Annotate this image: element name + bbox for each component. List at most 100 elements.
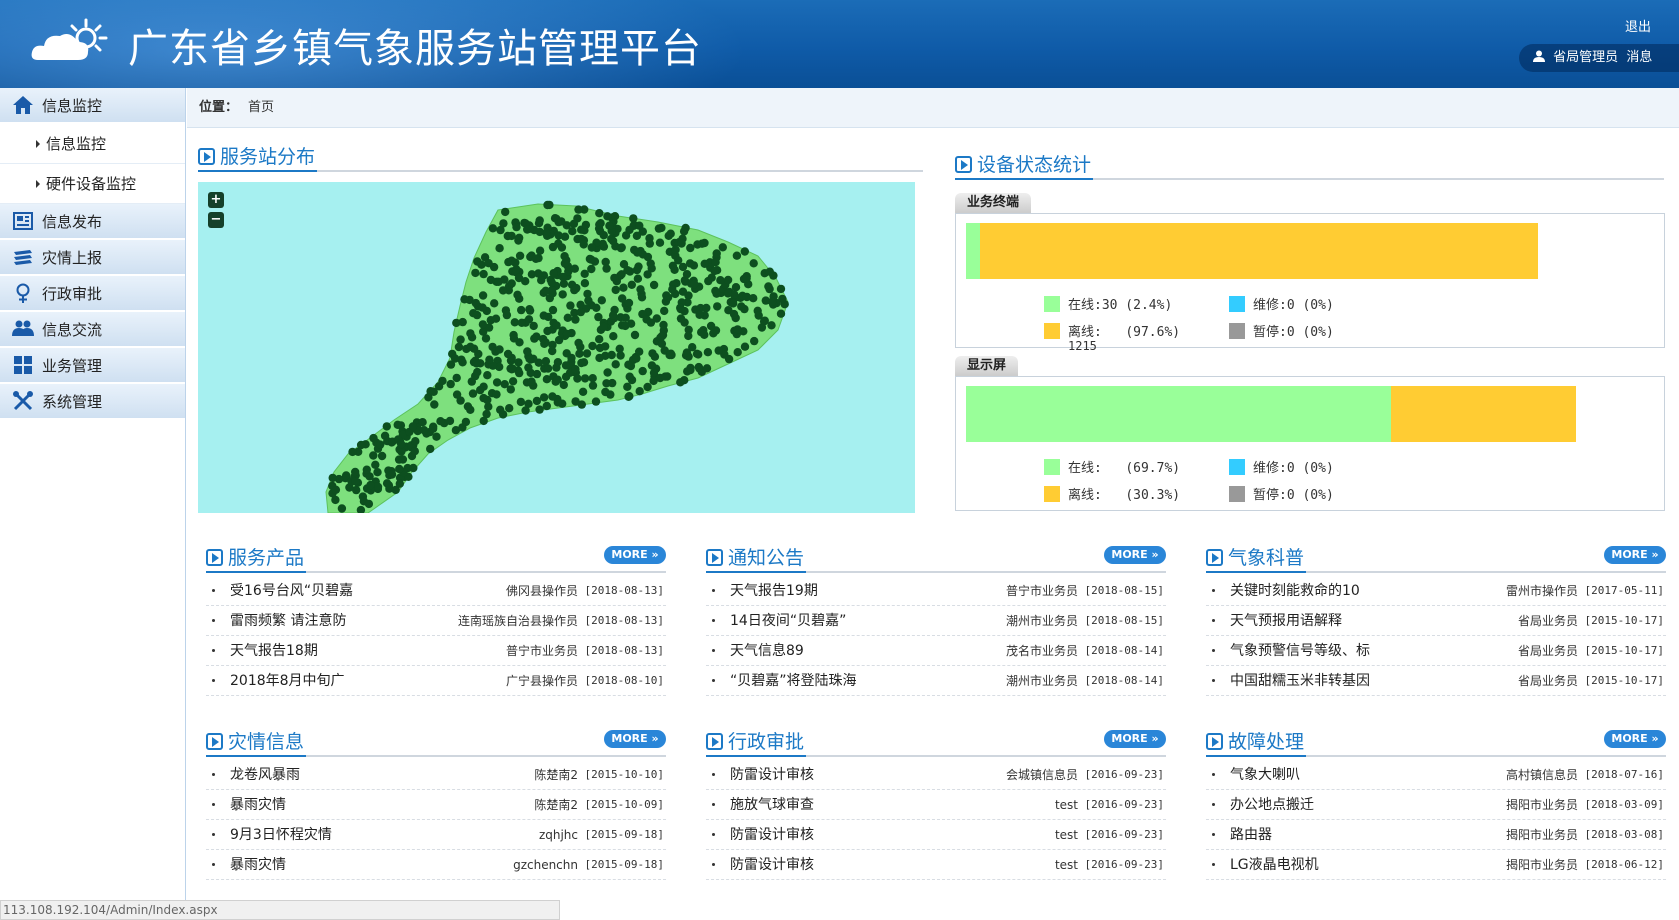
station-marker[interactable] — [543, 200, 552, 210]
station-marker[interactable] — [471, 371, 480, 381]
station-marker[interactable] — [580, 269, 589, 278]
station-marker[interactable] — [540, 339, 549, 348]
station-marker[interactable] — [668, 261, 678, 270]
station-marker[interactable] — [678, 287, 688, 296]
station-marker[interactable] — [517, 305, 526, 315]
station-marker[interactable] — [409, 463, 418, 473]
station-marker[interactable] — [764, 282, 773, 291]
logout-link[interactable]: 退出 — [1625, 16, 1651, 35]
station-marker[interactable] — [562, 329, 572, 339]
station-marker[interactable] — [397, 447, 406, 456]
station-marker[interactable] — [733, 348, 742, 357]
station-marker[interactable] — [700, 259, 709, 268]
station-marker[interactable] — [429, 387, 438, 396]
station-marker[interactable] — [635, 347, 644, 356]
list-item[interactable]: 防雷设计审核 test [2016-09-23] — [706, 850, 1166, 880]
station-marker[interactable] — [694, 350, 703, 359]
station-marker[interactable] — [356, 440, 366, 450]
station-marker[interactable] — [382, 479, 392, 488]
station-marker[interactable] — [776, 284, 786, 294]
station-marker[interactable] — [503, 349, 513, 359]
station-marker[interactable] — [580, 279, 590, 288]
list-item[interactable]: 施放气球审查 test [2016-09-23] — [706, 790, 1166, 820]
station-marker[interactable] — [718, 243, 727, 252]
more-button[interactable]: MORE » — [1604, 546, 1666, 564]
station-marker[interactable] — [602, 379, 611, 388]
station-marker[interactable] — [560, 252, 569, 261]
sidebar-item-info-exchange[interactable]: 信息交流 — [0, 312, 185, 348]
station-marker[interactable] — [471, 298, 480, 308]
station-marker[interactable] — [588, 374, 597, 383]
station-marker[interactable] — [714, 346, 723, 355]
station-marker[interactable] — [542, 375, 552, 384]
station-marker[interactable] — [484, 259, 493, 268]
station-marker[interactable] — [706, 321, 716, 331]
more-button[interactable]: MORE » — [1104, 730, 1166, 748]
station-marker[interactable] — [358, 492, 368, 501]
station-marker[interactable] — [611, 285, 620, 295]
more-button[interactable]: MORE » — [1604, 730, 1666, 748]
station-marker[interactable] — [742, 274, 751, 283]
station-marker[interactable] — [513, 290, 522, 299]
station-marker[interactable] — [597, 296, 606, 305]
sidebar-subitem-info-monitor[interactable]: 信息监控 — [0, 124, 185, 164]
item-title[interactable]: 天气报告19期 — [730, 576, 818, 606]
station-marker[interactable] — [560, 259, 570, 268]
tab-terminals[interactable]: 业务终端 — [955, 193, 1032, 213]
sidebar-item-admin-approval[interactable]: 行政审批 — [0, 276, 185, 312]
station-marker[interactable] — [535, 246, 545, 255]
station-marker[interactable] — [523, 347, 532, 356]
station-marker[interactable] — [483, 395, 492, 405]
station-marker[interactable] — [557, 243, 567, 252]
station-marker[interactable] — [514, 358, 523, 367]
item-title[interactable]: 防雷设计审核 — [730, 820, 814, 850]
station-marker[interactable] — [348, 447, 357, 457]
station-marker[interactable] — [682, 270, 692, 279]
station-marker[interactable] — [495, 345, 504, 354]
station-marker[interactable] — [573, 374, 582, 383]
station-marker[interactable] — [750, 336, 759, 346]
zoom-in-button[interactable]: + — [208, 192, 224, 208]
station-marker[interactable] — [466, 342, 475, 351]
station-map[interactable]: + − — [198, 182, 915, 513]
list-item[interactable]: 路由器 揭阳市业务员 [2018-03-08] — [1206, 820, 1666, 850]
station-marker[interactable] — [702, 303, 711, 313]
station-marker[interactable] — [532, 396, 542, 406]
item-title[interactable]: 关键时刻能救命的10 — [1230, 576, 1360, 606]
item-title[interactable]: 雷雨频繁 请注意防 — [230, 606, 346, 636]
station-marker[interactable] — [517, 318, 526, 327]
sidebar-subitem-hardware-monitor[interactable]: 硬件设备监控 — [0, 164, 185, 204]
station-marker[interactable] — [713, 302, 722, 311]
station-marker[interactable] — [553, 358, 563, 367]
station-marker[interactable] — [711, 258, 720, 267]
station-marker[interactable] — [369, 451, 378, 460]
station-marker[interactable] — [552, 321, 561, 330]
station-marker[interactable] — [548, 305, 558, 315]
station-marker[interactable] — [576, 307, 585, 317]
station-marker[interactable] — [633, 274, 643, 283]
station-marker[interactable] — [695, 310, 704, 319]
list-item[interactable]: 暴雨灾情 陈楚南2 [2015-10-09] — [206, 790, 666, 820]
station-marker[interactable] — [542, 401, 551, 411]
item-title[interactable]: 天气信息89 — [730, 636, 804, 666]
item-title[interactable]: 天气报告18期 — [230, 636, 318, 666]
station-marker[interactable] — [661, 372, 670, 381]
station-marker[interactable] — [742, 292, 752, 302]
station-marker[interactable] — [511, 258, 520, 267]
station-marker[interactable] — [454, 342, 464, 352]
station-marker[interactable] — [659, 320, 668, 330]
list-item[interactable]: 9月3日怀程灾情 zqhjhc [2015-09-18] — [206, 820, 666, 850]
list-item[interactable]: 受16号台风“贝碧嘉 佛冈县操作员 [2018-08-13] — [206, 576, 666, 606]
station-marker[interactable] — [502, 310, 512, 320]
station-marker[interactable] — [587, 255, 596, 264]
item-title[interactable]: 9月3日怀程灾情 — [230, 820, 332, 850]
station-marker[interactable] — [582, 349, 592, 358]
station-marker[interactable] — [599, 322, 608, 332]
station-marker[interactable] — [657, 332, 666, 341]
station-marker[interactable] — [754, 311, 763, 320]
list-item[interactable]: 天气报告18期 普宁市业务员 [2018-08-13] — [206, 636, 666, 666]
station-marker[interactable] — [547, 278, 556, 287]
station-marker[interactable] — [482, 409, 491, 419]
station-marker[interactable] — [723, 275, 733, 285]
more-button[interactable]: MORE » — [1104, 546, 1166, 564]
